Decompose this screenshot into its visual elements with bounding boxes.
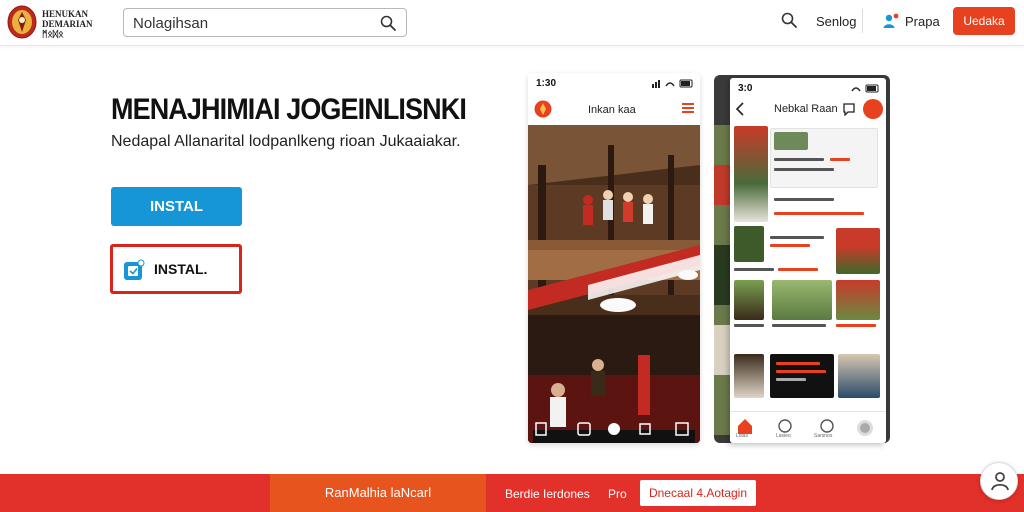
caption-tag — [778, 268, 818, 271]
phone1-toolbar[interactable] — [528, 415, 700, 443]
bottom-nav: Lolas Lasieo Sarsnos — [730, 411, 886, 443]
phone-mockup-left: 1:30 Inkan kaa — [528, 73, 700, 443]
nav-label-saved: Sarsnos — [814, 433, 833, 439]
header-user-link[interactable]: Prapa — [905, 14, 940, 29]
caption-tag — [770, 244, 810, 247]
menu-icon[interactable] — [682, 102, 694, 114]
feed-thumb[interactable] — [734, 280, 764, 320]
caption-line — [774, 168, 834, 171]
account-fab[interactable] — [980, 462, 1018, 500]
status-time: 1:30 — [536, 78, 557, 89]
caption-tag — [776, 362, 820, 365]
install-app-label: INSTAL. — [154, 261, 208, 277]
logo-line-2: DEMARIAN — [42, 19, 93, 29]
feed-card[interactable] — [770, 354, 834, 398]
festival-photo — [528, 125, 700, 443]
caption-tag — [836, 324, 876, 327]
feed-thumb[interactable] — [836, 280, 880, 320]
footer-link-pro[interactable]: Pro — [608, 487, 627, 501]
phone2-toolbar: Nebkal Raan — [730, 95, 886, 125]
caption-line — [770, 236, 824, 239]
header-cta-button[interactable]: Uedaka — [953, 7, 1015, 35]
logo-line-3: ᛗᛟᛞᛟ — [42, 29, 64, 39]
profile-nav-icon[interactable] — [856, 416, 874, 440]
caption-line — [774, 198, 834, 201]
nav-label-home: Lolas — [736, 433, 748, 439]
hero-title: MENAJHIMIAI JOGEINLISNKI — [111, 93, 467, 126]
search-input[interactable] — [133, 13, 373, 33]
status-bar-icons-2 — [851, 84, 879, 93]
top-header: HENUKAN DEMARIAN ᛗᛟᛞᛟ Senlog Prapa Uedak… — [0, 0, 1024, 46]
feed-thumb[interactable] — [836, 228, 880, 274]
header-search-icon[interactable] — [781, 12, 797, 28]
nav-label-discover: Lasieo — [776, 433, 791, 439]
caption-line — [772, 324, 826, 327]
caption-line — [734, 324, 764, 327]
status-bar-icons — [652, 79, 693, 88]
feed-thumb[interactable] — [774, 132, 808, 150]
search-icon[interactable] — [380, 15, 396, 31]
status-time-2: 3:0 — [738, 83, 753, 94]
footer-outline-button[interactable]: Dnecaal 4.Aotagin — [640, 480, 756, 506]
feed-thumb[interactable] — [734, 226, 764, 262]
back-phone-edge-image — [714, 125, 730, 435]
caption-tag — [774, 212, 864, 215]
phone-mockup-right: 3:0 Nebkal Raan Lolas Lasieo Sarsnos — [730, 78, 886, 443]
caption-line — [774, 158, 824, 161]
caption-tag — [776, 370, 826, 373]
footer-link[interactable]: Berdie Ierdones — [505, 487, 590, 501]
footer-primary-button[interactable]: RanMalhia laNcarl — [270, 474, 486, 512]
user-icon[interactable] — [882, 12, 900, 30]
caption-tag — [830, 158, 850, 161]
landing-page: HENUKAN DEMARIAN ᛗᛟᛞᛟ Senlog Prapa Uedak… — [0, 0, 1024, 512]
chat-icon[interactable] — [842, 102, 856, 116]
app-logo-icon[interactable] — [534, 100, 552, 118]
feed-thumb[interactable] — [734, 354, 764, 398]
install-app-button[interactable]: INSTAL. — [110, 244, 242, 294]
phone2-title: Nebkal Raan — [774, 103, 838, 115]
header-search-link[interactable]: Senlog — [816, 14, 856, 29]
hero-subtitle: Nedapal Allanarital lodpanlkeng rioan Ju… — [111, 133, 461, 150]
logo-line-1: HENUKAN — [42, 9, 89, 19]
account-icon — [991, 472, 1009, 491]
back-arrow-icon[interactable] — [736, 102, 744, 116]
caption-line — [734, 268, 774, 271]
header-divider — [862, 9, 863, 33]
phone1-title: Inkan kaa — [588, 104, 636, 116]
profile-avatar[interactable] — [863, 99, 883, 119]
search-box[interactable] — [123, 8, 407, 37]
feed-thumb[interactable] — [772, 280, 832, 320]
caption-line — [776, 378, 806, 381]
logo-wordmark: HENUKAN DEMARIAN ᛗᛟᛞᛟ — [42, 9, 102, 39]
feed-thumb[interactable] — [838, 354, 880, 398]
install-button[interactable]: INSTAL — [111, 187, 242, 226]
feed-thumb[interactable] — [734, 126, 768, 222]
emblem-logo-icon[interactable] — [7, 5, 37, 39]
app-store-icon — [124, 259, 145, 280]
